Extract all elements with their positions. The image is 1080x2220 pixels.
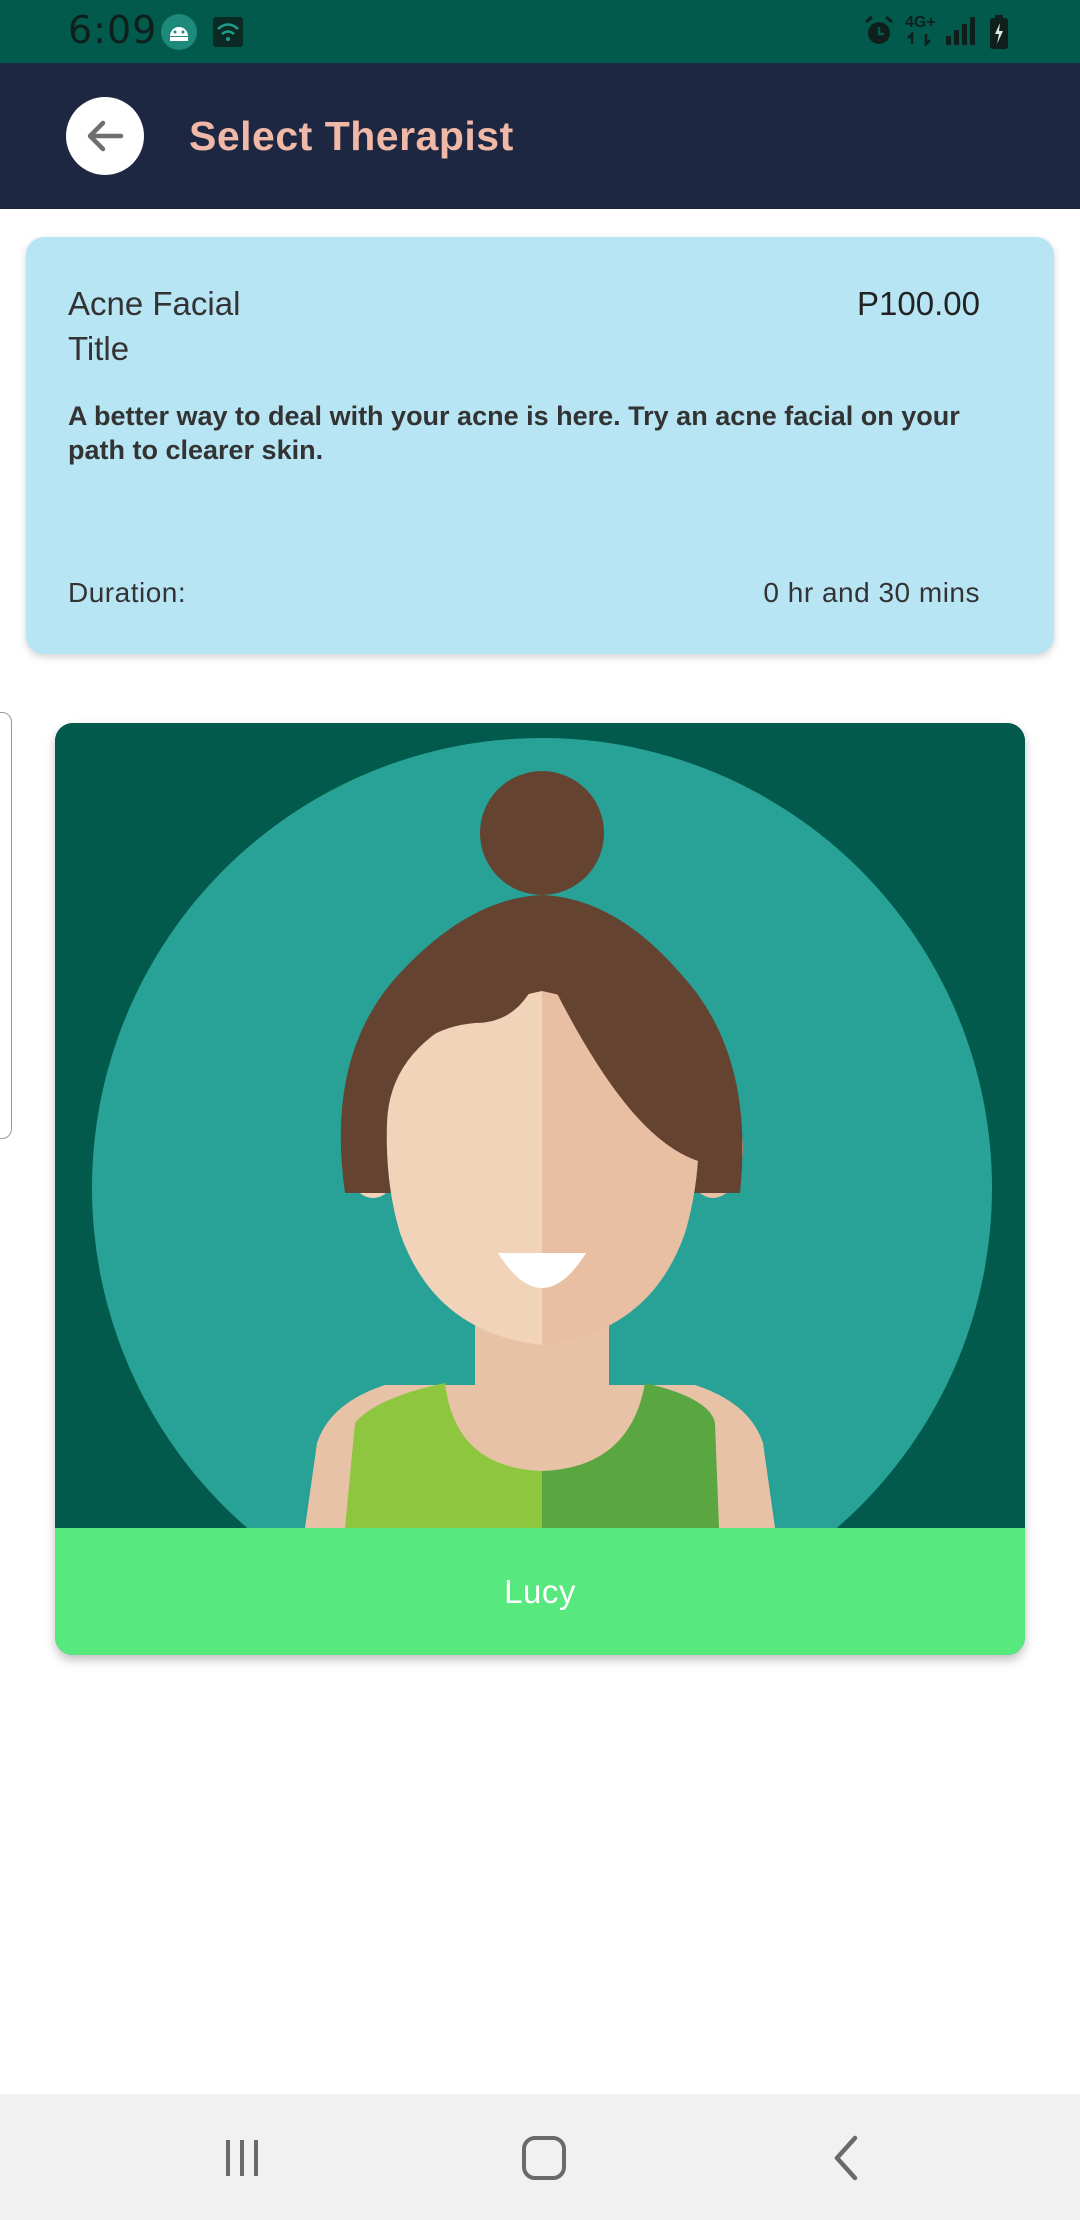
therapist-name-bar[interactable]: Lucy: [55, 1528, 1025, 1655]
status-bar: 6:09 4G+: [0, 0, 1080, 63]
duration-value: 0 hr and 30 mins: [763, 577, 980, 608]
duration-label: Duration:: [68, 577, 187, 608]
recents-icon: [226, 2140, 258, 2176]
service-title: Title: [68, 330, 130, 367]
recents-button[interactable]: [212, 2132, 272, 2184]
service-name: Acne Facial: [68, 285, 241, 322]
network-type-label: 4G+: [905, 14, 936, 31]
page-title: Select Therapist: [189, 113, 514, 159]
service-description: A better way to deal with your acne is h…: [68, 401, 960, 465]
arrow-back-icon: [87, 120, 124, 152]
signal-icon: [946, 17, 975, 45]
therapist-avatar-image: [55, 723, 1025, 1528]
home-icon: [522, 2136, 566, 2180]
system-back-button[interactable]: [817, 2132, 877, 2184]
status-time: 6:09: [68, 8, 158, 52]
previous-therapist-card[interactable]: [0, 712, 12, 1139]
wifi-box-icon: [213, 17, 243, 47]
data-arrows-icon: [907, 32, 931, 46]
service-price: P100.00: [857, 285, 980, 322]
therapist-card[interactable]: Lucy: [55, 723, 1025, 1655]
system-nav-bar: [0, 2094, 1080, 2220]
back-button[interactable]: [66, 97, 144, 175]
home-button[interactable]: [514, 2132, 574, 2184]
alarm-icon: [865, 15, 893, 44]
app-bar: Select Therapist: [0, 63, 1080, 209]
android-icon: [161, 14, 197, 50]
therapist-name: Lucy: [504, 1572, 576, 1610]
back-icon: [834, 2135, 858, 2181]
battery-charging-icon: [990, 15, 1008, 49]
service-card: Acne Facial Title P100.00 A better way t…: [26, 237, 1054, 654]
